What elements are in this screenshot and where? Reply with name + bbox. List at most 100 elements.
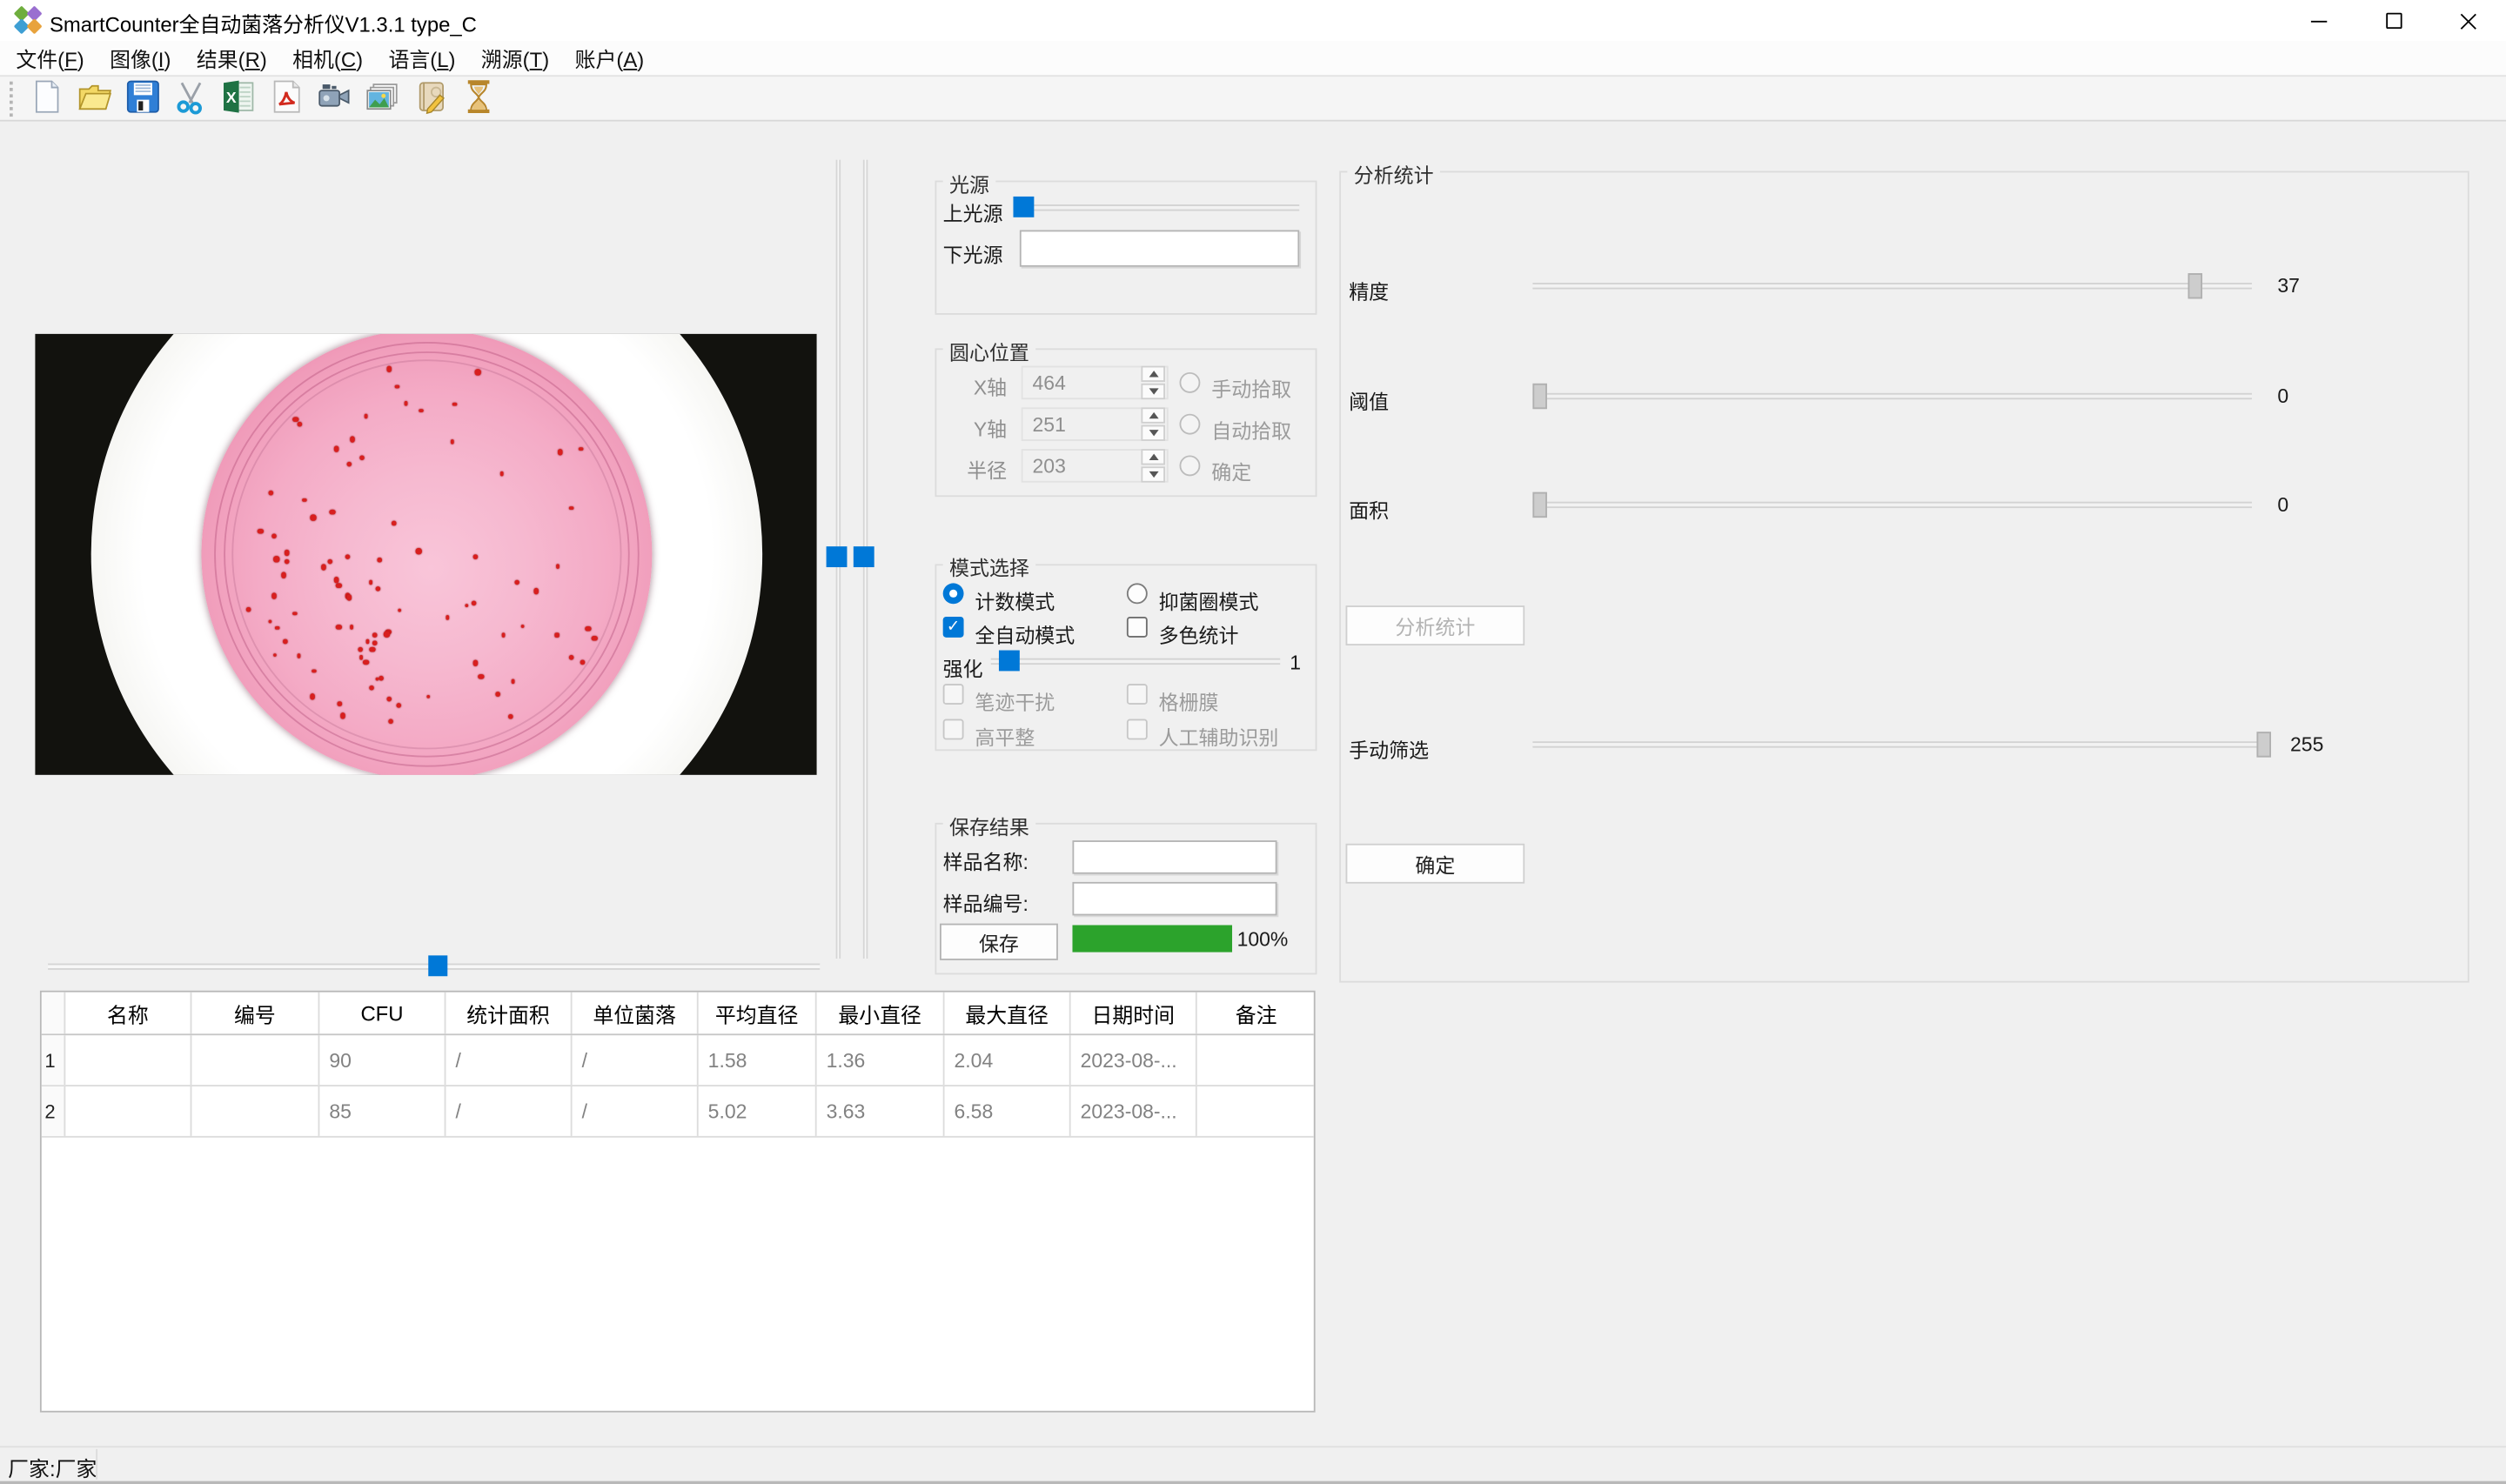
toolbar-grip-handle[interactable] xyxy=(10,81,13,116)
threshold-slider-handle[interactable] xyxy=(1532,384,1547,409)
colony-dot xyxy=(396,702,400,706)
count-mode-radio[interactable] xyxy=(943,583,964,604)
report-notebook-button[interactable] xyxy=(409,77,452,119)
column-header-7[interactable]: 最大直径 xyxy=(945,993,1071,1034)
sample-code-input[interactable] xyxy=(1072,882,1276,916)
mode-select-group-title: 模式选择 xyxy=(943,551,1036,582)
extra-option-checkbox-0[interactable] xyxy=(943,684,964,705)
menu-item-t[interactable]: 溯源(T) xyxy=(468,40,562,77)
full-auto-mode-checkbox[interactable]: ✓ xyxy=(943,617,964,638)
cut-button[interactable] xyxy=(170,77,213,119)
inhibition-zone-mode-radio[interactable] xyxy=(1127,583,1148,604)
new-file-button[interactable] xyxy=(25,77,69,119)
column-header-9[interactable]: 备注 xyxy=(1197,993,1316,1034)
extra-option-checkbox-2[interactable] xyxy=(943,719,964,740)
column-header-4[interactable]: 单位菌落 xyxy=(573,993,699,1034)
colony-dot xyxy=(558,450,563,455)
colony-dot xyxy=(533,589,539,594)
minimize-button[interactable] xyxy=(2281,0,2355,42)
spin-down-button[interactable] xyxy=(1141,466,1165,482)
colony-dot xyxy=(311,515,317,521)
confirm-button[interactable]: 确定 xyxy=(1346,844,1525,884)
axis-value: 203 xyxy=(1033,455,1066,478)
restore-button[interactable] xyxy=(2355,0,2430,42)
top-light-slider-handle[interactable] xyxy=(1013,197,1034,217)
colony-dot xyxy=(297,421,301,425)
pick-option-radio-0[interactable] xyxy=(1180,372,1201,393)
column-header-1[interactable]: 编号 xyxy=(191,993,319,1034)
pdf-export-button[interactable] xyxy=(265,77,309,119)
area-slider-handle[interactable] xyxy=(1532,492,1547,518)
manual-filter-slider-handle[interactable] xyxy=(2256,732,2271,757)
precision-slider-handle[interactable] xyxy=(2188,273,2202,298)
close-button[interactable] xyxy=(2431,0,2506,42)
column-header-5[interactable]: 平均直径 xyxy=(699,993,817,1034)
table-row[interactable]: 285//5.023.636.582023-08-... xyxy=(42,1086,1314,1138)
colony-dot xyxy=(340,713,345,719)
table-cell: 85 xyxy=(319,1086,446,1136)
spin-up-button[interactable] xyxy=(1141,407,1165,423)
dish-image[interactable] xyxy=(35,334,816,775)
multicolor-stats-checkbox[interactable] xyxy=(1127,617,1148,638)
area-slider-track[interactable] xyxy=(1532,502,2252,508)
image-gallery-button[interactable] xyxy=(361,77,405,119)
sample-name-input[interactable] xyxy=(1072,840,1276,874)
spin-down-button[interactable] xyxy=(1141,425,1165,441)
table-row[interactable]: 190//1.581.362.042023-08-... xyxy=(42,1035,1314,1086)
menu-item-l[interactable]: 语言(L) xyxy=(376,40,468,77)
camera-button[interactable] xyxy=(313,77,357,119)
spin-up-button[interactable] xyxy=(1141,366,1165,382)
table-cell xyxy=(65,1086,191,1136)
save-button[interactable] xyxy=(122,77,165,119)
history-hourglass-button[interactable] xyxy=(457,77,500,119)
menu-item-a[interactable]: 账户(A) xyxy=(562,40,657,77)
spin-up-button[interactable] xyxy=(1141,449,1165,465)
table-cell xyxy=(1197,1035,1316,1085)
open-folder-button[interactable] xyxy=(73,77,117,119)
colony-dot xyxy=(555,565,559,568)
table-cell: 1.58 xyxy=(699,1035,817,1085)
enhance-slider-track[interactable] xyxy=(991,658,1280,665)
menu-item-i[interactable]: 图像(I) xyxy=(97,40,184,77)
colony-dot xyxy=(293,417,298,422)
table-cell: 2023-08-... xyxy=(1071,1035,1197,1085)
column-header-8[interactable]: 日期时间 xyxy=(1071,993,1197,1034)
colony-dot xyxy=(586,625,591,631)
extra-option-checkbox-3[interactable] xyxy=(1127,719,1148,740)
bottom-light-slider[interactable] xyxy=(1020,230,1299,266)
new-file-icon xyxy=(29,77,65,119)
pick-option-radio-2[interactable] xyxy=(1180,455,1201,476)
menu-item-c[interactable]: 相机(C) xyxy=(279,40,375,77)
save-button[interactable]: 保存 xyxy=(940,924,1058,960)
colony-dot xyxy=(281,572,286,578)
top-light-slider-track[interactable] xyxy=(1013,204,1299,211)
report-notebook-icon xyxy=(412,77,449,119)
column-header-6[interactable]: 最小直径 xyxy=(817,993,945,1034)
table-cell: / xyxy=(446,1086,572,1136)
menu-bar: 文件(F)图像(I)结果(R)相机(C)语言(L)溯源(T)账户(A) xyxy=(0,42,2506,76)
threshold-slider-track[interactable] xyxy=(1532,393,2252,399)
table-cell: / xyxy=(573,1035,699,1085)
menu-item-f[interactable]: 文件(F) xyxy=(3,40,97,77)
bottom-light-label: 下光源 xyxy=(943,238,1003,269)
precision-slider-track[interactable] xyxy=(1532,283,2252,289)
spin-down-button[interactable] xyxy=(1141,384,1165,399)
menu-item-r[interactable]: 结果(R) xyxy=(184,40,279,77)
vertical-splitter-handle-1[interactable] xyxy=(827,546,848,567)
colony-dot xyxy=(511,679,514,683)
vertical-splitter-handle-2[interactable] xyxy=(854,546,874,567)
extra-option-checkbox-1[interactable] xyxy=(1127,684,1148,705)
analyze-stats-button[interactable]: 分析统计 xyxy=(1346,605,1525,645)
pick-option-radio-1[interactable] xyxy=(1180,414,1201,435)
table-cell xyxy=(1197,1086,1316,1136)
enhance-slider-handle[interactable] xyxy=(999,651,1020,672)
colony-dot xyxy=(369,646,375,652)
column-header-0[interactable]: 名称 xyxy=(65,993,191,1034)
extra-option-label-2: 高平整 xyxy=(975,720,1035,751)
area-value: 0 xyxy=(2277,494,2288,517)
excel-export-button[interactable]: X xyxy=(218,77,261,119)
horizontal-splitter-handle[interactable] xyxy=(428,955,447,976)
column-header-2[interactable]: CFU xyxy=(319,993,446,1034)
column-header-3[interactable]: 统计面积 xyxy=(446,993,572,1034)
manual-filter-slider-track[interactable] xyxy=(1532,741,2271,747)
